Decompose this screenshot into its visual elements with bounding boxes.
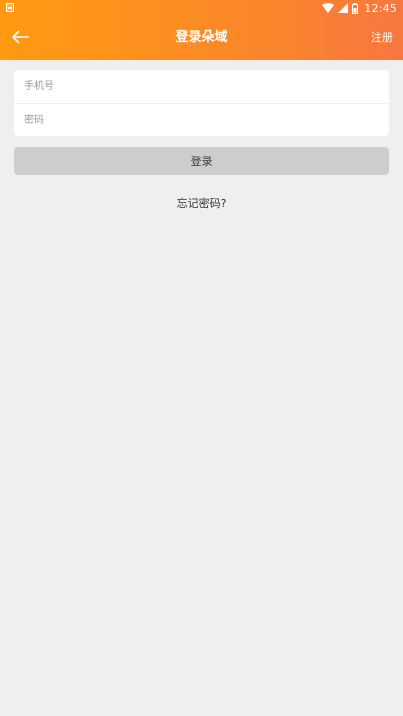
status-bar-right: 12:45 bbox=[322, 1, 397, 15]
phone-input[interactable] bbox=[14, 70, 389, 103]
forgot-password-link[interactable]: 忘记密码? bbox=[177, 197, 227, 210]
login-button[interactable]: 登录 bbox=[14, 147, 389, 175]
password-field-row bbox=[14, 103, 389, 136]
app-header: 12:45 登录朵域 注册 bbox=[0, 0, 403, 60]
page-title: 登录朵域 bbox=[175, 30, 228, 45]
phone-field-row bbox=[14, 70, 389, 103]
battery-icon bbox=[352, 2, 359, 14]
notification-icon bbox=[6, 3, 14, 12]
status-time: 12:45 bbox=[364, 1, 397, 15]
status-bar: 12:45 bbox=[0, 0, 403, 16]
wifi-icon bbox=[322, 3, 335, 13]
signal-icon bbox=[338, 3, 349, 13]
register-link[interactable]: 注册 bbox=[371, 16, 393, 60]
password-input[interactable] bbox=[14, 104, 389, 136]
forgot-password-row: 忘记密码? bbox=[0, 195, 403, 211]
toolbar: 登录朵域 注册 bbox=[0, 16, 403, 60]
login-form-card bbox=[14, 70, 389, 136]
